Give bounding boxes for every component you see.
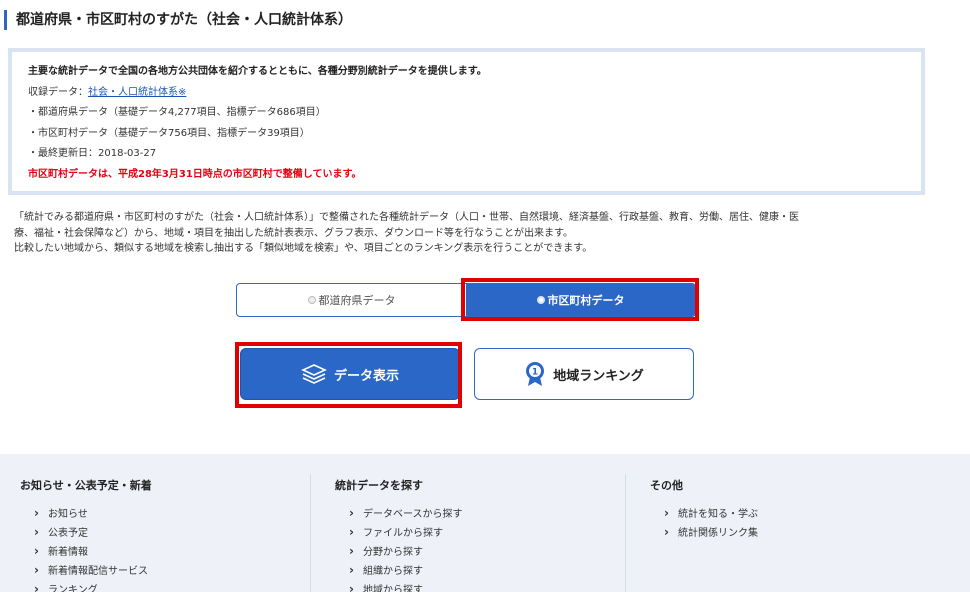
collection-prefix: 収録データ： xyxy=(28,86,88,98)
footer-column-news: お知らせ・公表予定・新着 お知らせ 公表予定 新着情報 新着情報配信サービス ラ… xyxy=(20,454,310,592)
ranking-button[interactable]: 1 地域ランキング xyxy=(474,348,694,400)
highlight-box xyxy=(235,342,462,408)
prefecture-data-info: ・都道府県データ（基礎データ4,277項目、指標データ686項目） xyxy=(28,107,326,118)
highlight-box xyxy=(461,278,699,321)
footer-link[interactable]: データベースから探す xyxy=(349,504,625,524)
description-line: 療、福祉・社会保障など）から、地域・項目を抽出した統計表表示、グラフ表示、ダウン… xyxy=(14,227,573,239)
prefecture-data-label: 都道府県データ xyxy=(318,294,396,307)
footer-column-title: その他 xyxy=(650,479,683,492)
footer-column-title: お知らせ・公表予定・新着 xyxy=(20,479,152,492)
footer-link[interactable]: 公表予定 xyxy=(34,523,310,543)
footer-divider xyxy=(310,474,311,592)
municipal-data-info: ・市区町村データ（基礎データ756項目、指標データ39項目） xyxy=(28,127,310,139)
footer-column-search: 統計データを探す データベースから探す ファイルから探す 分野から探す 組織から… xyxy=(335,454,625,592)
footer-link[interactable]: 地域から探す xyxy=(349,580,625,592)
page-title: 都道府県・市区町村のすがた（社会・人口統計体系） xyxy=(4,10,352,30)
notice-text: 市区町村データは、平成28年3月31日時点の市区町村で整備しています。 xyxy=(28,168,362,180)
footer-link[interactable]: 統計を知る・学ぶ xyxy=(664,504,940,524)
footer-column-other: その他 統計を知る・学ぶ 統計関係リンク集 xyxy=(650,454,940,592)
footer-link[interactable]: 統計関係リンク集 xyxy=(664,523,940,543)
ranking-label: 地域ランキング xyxy=(553,368,644,384)
description: 「統計でみる都道府県・市区町村のすがた（社会・人口統計体系）」で整備された各種統… xyxy=(14,210,944,257)
footer-link[interactable]: 組織から探す xyxy=(349,561,625,581)
prefecture-data-option[interactable]: 都道府県データ xyxy=(237,284,466,316)
radio-icon xyxy=(307,296,316,304)
collection-link[interactable]: 社会・人口統計体系※ xyxy=(88,87,186,98)
footer-link[interactable]: 新着情報配信サービス xyxy=(34,561,310,581)
info-heading: 主要な統計データで全国の各地方公共団体を紹介するとともに、各種分野別統計データを… xyxy=(28,66,487,77)
description-line: 「統計でみる都道府県・市区町村のすがた（社会・人口統計体系）」で整備された各種統… xyxy=(14,212,799,223)
footer-link[interactable]: 新着情報 xyxy=(34,542,310,562)
svg-text:1: 1 xyxy=(532,368,538,378)
footer-divider xyxy=(625,474,626,592)
collection-line: 収録データ：社会・人口統計体系※ xyxy=(28,83,921,104)
description-line: 比較したい地域から、類似する地域を検索し抽出する「類似地域を検索」や、項目ごとの… xyxy=(14,243,593,254)
last-updated: ・最終更新日：2018-03-27 xyxy=(28,148,157,159)
footer-column-title: 統計データを探す xyxy=(335,479,423,492)
footer-link[interactable]: ファイルから探す xyxy=(349,523,625,543)
info-box: 主要な統計データで全国の各地方公共団体を紹介するとともに、各種分野別統計データを… xyxy=(8,48,925,195)
medal-icon: 1 xyxy=(524,361,546,387)
footer-link[interactable]: ランキング xyxy=(34,580,310,592)
footer: お知らせ・公表予定・新着 お知らせ 公表予定 新着情報 新着情報配信サービス ラ… xyxy=(0,454,970,592)
footer-link[interactable]: お知らせ xyxy=(34,504,310,524)
footer-link[interactable]: 分野から探す xyxy=(349,542,625,562)
